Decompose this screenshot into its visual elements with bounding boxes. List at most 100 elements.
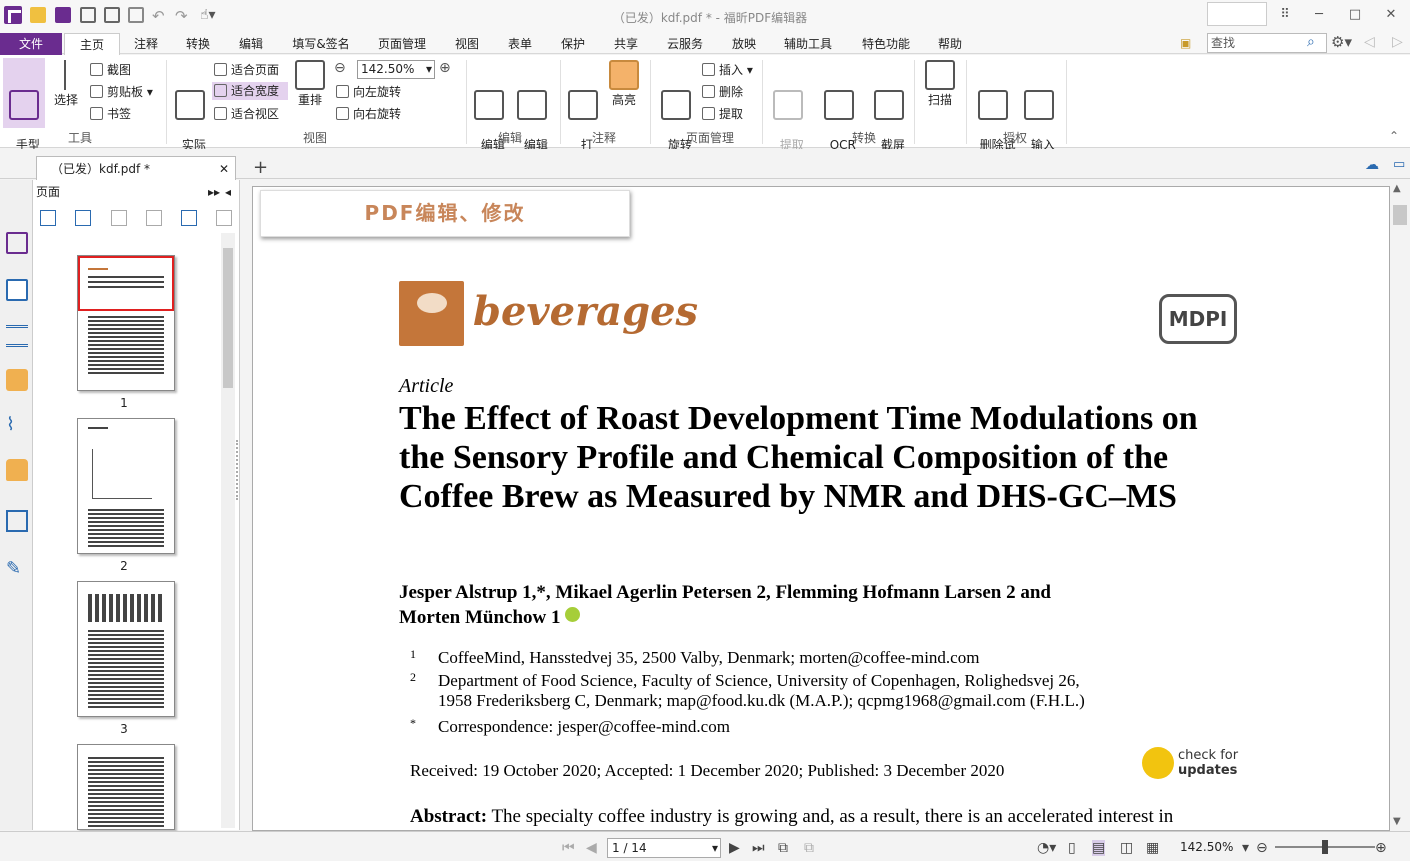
last-page-icon[interactable]: ⏭ [752,840,765,856]
menu-form[interactable]: 表单 [502,33,538,55]
select-button[interactable]: 选择 [48,58,84,128]
email-icon[interactable] [104,7,120,23]
settings-gear-icon[interactable]: ⚙▾ [1331,33,1352,51]
menu-protect[interactable]: 保护 [555,33,591,55]
zoom-slider-handle[interactable] [1322,840,1328,854]
attachments-panel-icon[interactable]: ⌇ [6,414,28,436]
save-icon[interactable] [55,7,71,23]
cloud-icon[interactable]: ☁ [1365,157,1379,173]
search-icon[interactable]: ⌕ [1307,34,1315,50]
page-thumbnail[interactable] [77,418,175,554]
folder-search-icon[interactable]: ▣ [1180,36,1202,52]
fit-width-button[interactable]: 适合宽度 [212,82,288,100]
close-button[interactable]: ✕ [1378,5,1404,25]
continuous-facing-icon[interactable]: ▦ [1146,840,1159,856]
insert-button[interactable]: 插入 ▾ [702,61,753,79]
panel-expand-icon[interactable]: ▸▸ [208,182,220,202]
facing-page-icon[interactable]: ◫ [1120,840,1133,856]
check-updates-icon[interactable] [1142,747,1174,779]
edit-text-button[interactable]: 编辑 文本 [472,58,506,167]
page-number-input[interactable]: 1 / 14 ▾ [607,838,721,858]
new-tab-button[interactable]: + [253,157,268,178]
menu-share[interactable]: 共享 [608,33,644,55]
ocr-button[interactable]: OCR 识别文本 [812,58,866,167]
snapshot-button[interactable]: 截图 [90,61,131,79]
menu-fill-sign[interactable]: 填写&签名 [288,33,354,55]
highlight-button[interactable]: 高亮 [606,58,642,128]
next-view-icon[interactable]: ⧉ [804,840,814,856]
next-page-icon[interactable]: ▶ [729,840,740,856]
page-thumbnail[interactable] [77,581,175,717]
activate-button[interactable]: 输入 激活码 [1018,58,1060,167]
new-icon[interactable] [128,7,144,23]
page-delete-icon[interactable] [146,210,162,226]
page-rotate-icon[interactable] [216,210,232,226]
comments-panel-icon[interactable] [6,369,28,391]
prev-result-icon[interactable]: ◁ [1364,34,1375,50]
rotate-page-button[interactable]: 旋转 页面 [655,58,697,167]
security-lock-icon[interactable] [6,459,28,481]
menu-view[interactable]: 视图 [449,33,485,55]
hand-dropdown-icon[interactable]: ☝▾ [200,7,216,23]
orcid-icon[interactable] [565,607,581,622]
zoom-out-button-icon[interactable]: ⊖ [1256,840,1268,856]
menu-edit[interactable]: 编辑 [233,33,269,55]
single-page-icon[interactable]: ▯ [1068,840,1076,856]
play-mode-icon[interactable]: ◔▾ [1037,840,1056,856]
fit-visible-button[interactable]: 适合视区 [214,105,279,123]
page-zoom-in-icon[interactable] [40,210,56,226]
panel-collapse-icon[interactable]: ◂ [225,182,231,202]
print-icon[interactable] [80,7,96,23]
panel-splitter[interactable] [236,440,244,500]
actual-size-button[interactable]: 实际 大小 [172,58,208,167]
menu-cloud[interactable]: 云服务 [662,33,708,55]
bookmark-button[interactable]: 书签 [90,105,131,123]
close-tab-icon[interactable]: ✕ [219,157,229,181]
undo-icon[interactable]: ↶ [152,7,168,25]
restore-layout-icon[interactable]: ⠿ [1272,5,1298,25]
zoom-in-button-icon[interactable]: ⊕ [1375,840,1387,856]
layers-panel-icon[interactable] [6,325,28,347]
fields-panel-icon[interactable] [6,510,28,532]
document-tab[interactable]: （已发）kdf.pdf * ✕ [36,156,236,180]
hand-tool-button[interactable]: 手型 工具 [3,58,45,167]
maximize-button[interactable]: □ [1342,5,1368,25]
menu-tools[interactable]: 辅助工具 [780,33,836,55]
next-result-icon[interactable]: ▷ [1392,34,1403,50]
menu-file[interactable]: 文件 [0,33,62,55]
app-logo-icon[interactable] [4,6,22,24]
menu-present[interactable]: 放映 [726,33,762,55]
page-zoom-out-icon[interactable] [75,210,91,226]
menu-home[interactable]: 主页 [64,33,120,55]
typewriter-button[interactable]: 打 字机 [566,58,600,167]
panel-scroll-thumb[interactable] [223,248,233,388]
bookmarks-panel-icon[interactable] [6,232,28,254]
check-updates-text[interactable]: updates [1178,763,1237,778]
scroll-down-icon[interactable]: ▼ [1393,816,1401,827]
zoom-out-icon[interactable]: ⊖ [334,60,346,76]
remove-watermark-button[interactable]: 删除试 用水印 [972,58,1016,167]
open-icon[interactable] [30,7,46,23]
fit-page-button[interactable]: 适合页面 [214,61,279,79]
zoom-in-icon[interactable]: ⊕ [439,60,451,76]
zoom-dropdown-icon[interactable]: ▾ [426,61,434,78]
edit-object-button[interactable]: 编辑 对象 [512,58,552,167]
menu-comment[interactable]: 注释 [128,33,164,55]
screen-ocr-button[interactable]: 截屏 识别 [872,58,906,167]
extract-button[interactable]: 提取 [702,105,743,123]
prev-page-icon[interactable]: ◀ [586,840,597,856]
rotate-right-button[interactable]: 向右旋转 [336,105,401,123]
document-scrollbar[interactable] [1390,180,1410,831]
collapse-ribbon-icon[interactable]: ⌃ [1389,129,1399,143]
page-thumbnail[interactable] [77,744,175,830]
document-scroll-thumb[interactable] [1393,205,1407,225]
menu-help[interactable]: 帮助 [932,33,968,55]
menu-convert[interactable]: 转换 [180,33,216,55]
signature-panel-icon[interactable]: ✎ [6,558,28,580]
menu-page-management[interactable]: 页面管理 [372,33,432,55]
pages-panel-icon[interactable] [6,279,28,301]
check-updates-text[interactable]: check for [1178,748,1238,763]
delete-button[interactable]: 删除 [702,83,743,101]
redo-icon[interactable]: ↷ [175,7,191,25]
menu-features[interactable]: 特色功能 [855,33,917,55]
